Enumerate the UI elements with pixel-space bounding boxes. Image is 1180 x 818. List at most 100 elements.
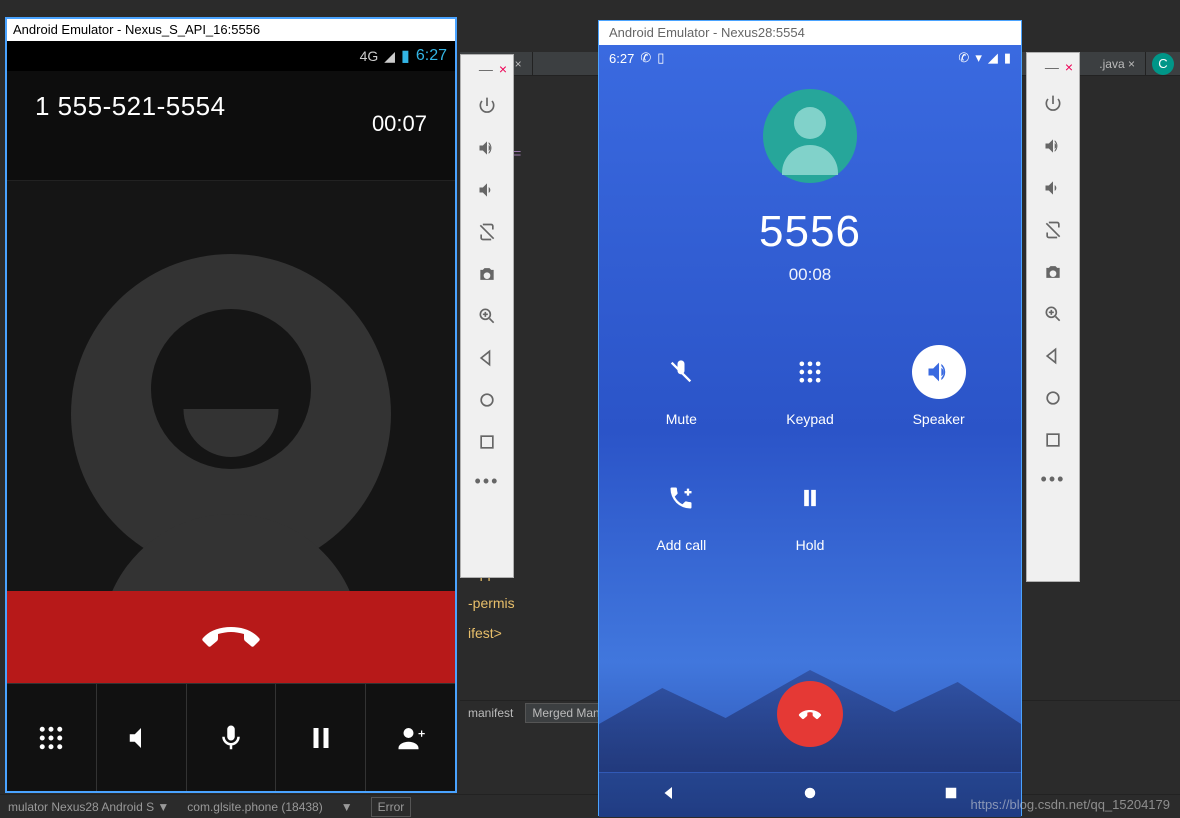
- back-icon: [1043, 346, 1063, 366]
- contact-avatar-area: [7, 181, 455, 591]
- bottombar-dd[interactable]: ▼: [341, 800, 353, 814]
- recent-button[interactable]: [1034, 421, 1072, 459]
- speaker-button[interactable]: [97, 684, 187, 791]
- bottombar-device[interactable]: mulator Nexus28 Android S ▼: [8, 800, 169, 814]
- add-call-label: Add call: [617, 537, 746, 553]
- emulator2-statusbar: 6:27 ✆ ▯ ✆ ▾ ◢ ▮: [599, 45, 1021, 71]
- emulator2-title: Android Emulator - Nexus28:5554: [599, 21, 1021, 45]
- minimize-icon[interactable]: —: [479, 61, 493, 77]
- volume-up-button[interactable]: [468, 129, 506, 167]
- rotate-button[interactable]: [1034, 211, 1072, 249]
- status-time: 6:27: [416, 47, 447, 65]
- ide-tab[interactable]: .java ×: [1089, 52, 1146, 76]
- volume-down-icon: [1043, 178, 1063, 198]
- zoom-button[interactable]: [1034, 295, 1072, 333]
- signal-icon: ◢: [988, 50, 998, 66]
- volume-down-button[interactable]: [468, 171, 506, 209]
- hangup-icon: [794, 698, 826, 730]
- add-call-icon: [667, 484, 695, 512]
- more-button[interactable]: •••: [475, 471, 500, 492]
- close-icon[interactable]: ×: [1065, 59, 1073, 75]
- hold-icon: [796, 484, 824, 512]
- contact-area: 5556 00:08: [599, 89, 1021, 285]
- hangup-icon: [201, 623, 261, 651]
- signal-icon: ◢: [384, 48, 395, 65]
- recent-button[interactable]: [468, 423, 506, 461]
- hold-button[interactable]: Hold: [746, 471, 875, 553]
- mic-icon: [216, 723, 246, 753]
- camera-button[interactable]: [468, 255, 506, 293]
- end-call-button[interactable]: [777, 681, 843, 747]
- battery-icon: ▮: [1004, 50, 1011, 66]
- zoom-button[interactable]: [468, 297, 506, 335]
- nav-home-button[interactable]: [801, 784, 819, 807]
- volume-down-icon: [477, 180, 497, 200]
- back-button[interactable]: [468, 339, 506, 377]
- volume-down-button[interactable]: [1034, 169, 1072, 207]
- back-button[interactable]: [1034, 337, 1072, 375]
- home-icon: [477, 390, 497, 410]
- add-contact-button[interactable]: [366, 684, 455, 791]
- dialpad-button[interactable]: [7, 684, 97, 791]
- power-icon: [477, 96, 497, 116]
- call-timer: 00:08: [599, 265, 1021, 285]
- bottombar-error[interactable]: Error: [371, 797, 412, 817]
- call-timer: 00:07: [372, 91, 427, 137]
- run-icon[interactable]: C: [1152, 53, 1174, 75]
- rotate-icon: [477, 222, 497, 242]
- bottombar-process[interactable]: com.glsite.phone (18438): [187, 800, 322, 814]
- end-call-button[interactable]: [7, 591, 455, 683]
- emulator2-sidebar: — × •••: [1026, 52, 1080, 582]
- contact-avatar: [71, 254, 391, 574]
- back-icon: [477, 348, 497, 368]
- emulator1-window: Android Emulator - Nexus_S_API_16:5556 4…: [6, 18, 456, 792]
- speaker-icon: [126, 723, 156, 753]
- power-button[interactable]: [1034, 85, 1072, 123]
- mute-button[interactable]: [187, 684, 277, 791]
- pause-icon: [306, 723, 336, 753]
- camera-button[interactable]: [1034, 253, 1072, 291]
- sim-icon: ▯: [657, 50, 664, 66]
- keypad-button[interactable]: Keypad: [746, 345, 875, 427]
- watermark: https://blog.csdn.net/qq_15204179: [971, 797, 1171, 812]
- speaker-icon: [925, 358, 953, 386]
- home-button[interactable]: [468, 381, 506, 419]
- home-icon: [1043, 388, 1063, 408]
- battery-icon: ▮: [401, 46, 410, 66]
- nav-back-button[interactable]: [660, 784, 678, 807]
- emulator2-window: Android Emulator - Nexus28:5554 6:27 ✆ ▯…: [598, 20, 1022, 816]
- mute-label: Mute: [617, 411, 746, 427]
- close-icon[interactable]: ×: [499, 61, 507, 77]
- breadcrumb-item[interactable]: manifest: [468, 706, 513, 720]
- recent-icon: [942, 784, 960, 802]
- dialpad-icon: [36, 723, 66, 753]
- speaker-label: Speaker: [874, 411, 1003, 427]
- speaker-button[interactable]: Speaker: [874, 345, 1003, 427]
- emulator2-screen: 6:27 ✆ ▯ ✆ ▾ ◢ ▮ 5556 00:08 Mute Keyp: [599, 45, 1021, 817]
- emulator1-title: Android Emulator - Nexus_S_API_16:5556: [7, 19, 455, 41]
- back-icon: [660, 784, 678, 802]
- add-person-icon: [396, 723, 426, 753]
- recent-icon: [477, 432, 497, 452]
- android-navbar: [599, 773, 1021, 817]
- nav-recent-button[interactable]: [942, 784, 960, 807]
- add-call-button[interactable]: Add call: [617, 471, 746, 553]
- mute-button[interactable]: Mute: [617, 345, 746, 427]
- contact-avatar: [763, 89, 857, 183]
- network-icon: 4G: [360, 48, 379, 64]
- power-button[interactable]: [468, 87, 506, 125]
- zoom-icon: [477, 306, 497, 326]
- more-button[interactable]: •••: [1041, 469, 1066, 490]
- hold-button[interactable]: [276, 684, 366, 791]
- keypad-icon: [796, 358, 824, 386]
- zoom-icon: [1043, 304, 1063, 324]
- call-number: 1 555-521-5554: [35, 91, 226, 122]
- rotate-button[interactable]: [468, 213, 506, 251]
- camera-icon: [1043, 262, 1063, 282]
- rotate-icon: [1043, 220, 1063, 240]
- home-button[interactable]: [1034, 379, 1072, 417]
- home-icon: [801, 784, 819, 802]
- volume-up-button[interactable]: [1034, 127, 1072, 165]
- camera-icon: [477, 264, 497, 284]
- minimize-icon[interactable]: —: [1045, 59, 1059, 75]
